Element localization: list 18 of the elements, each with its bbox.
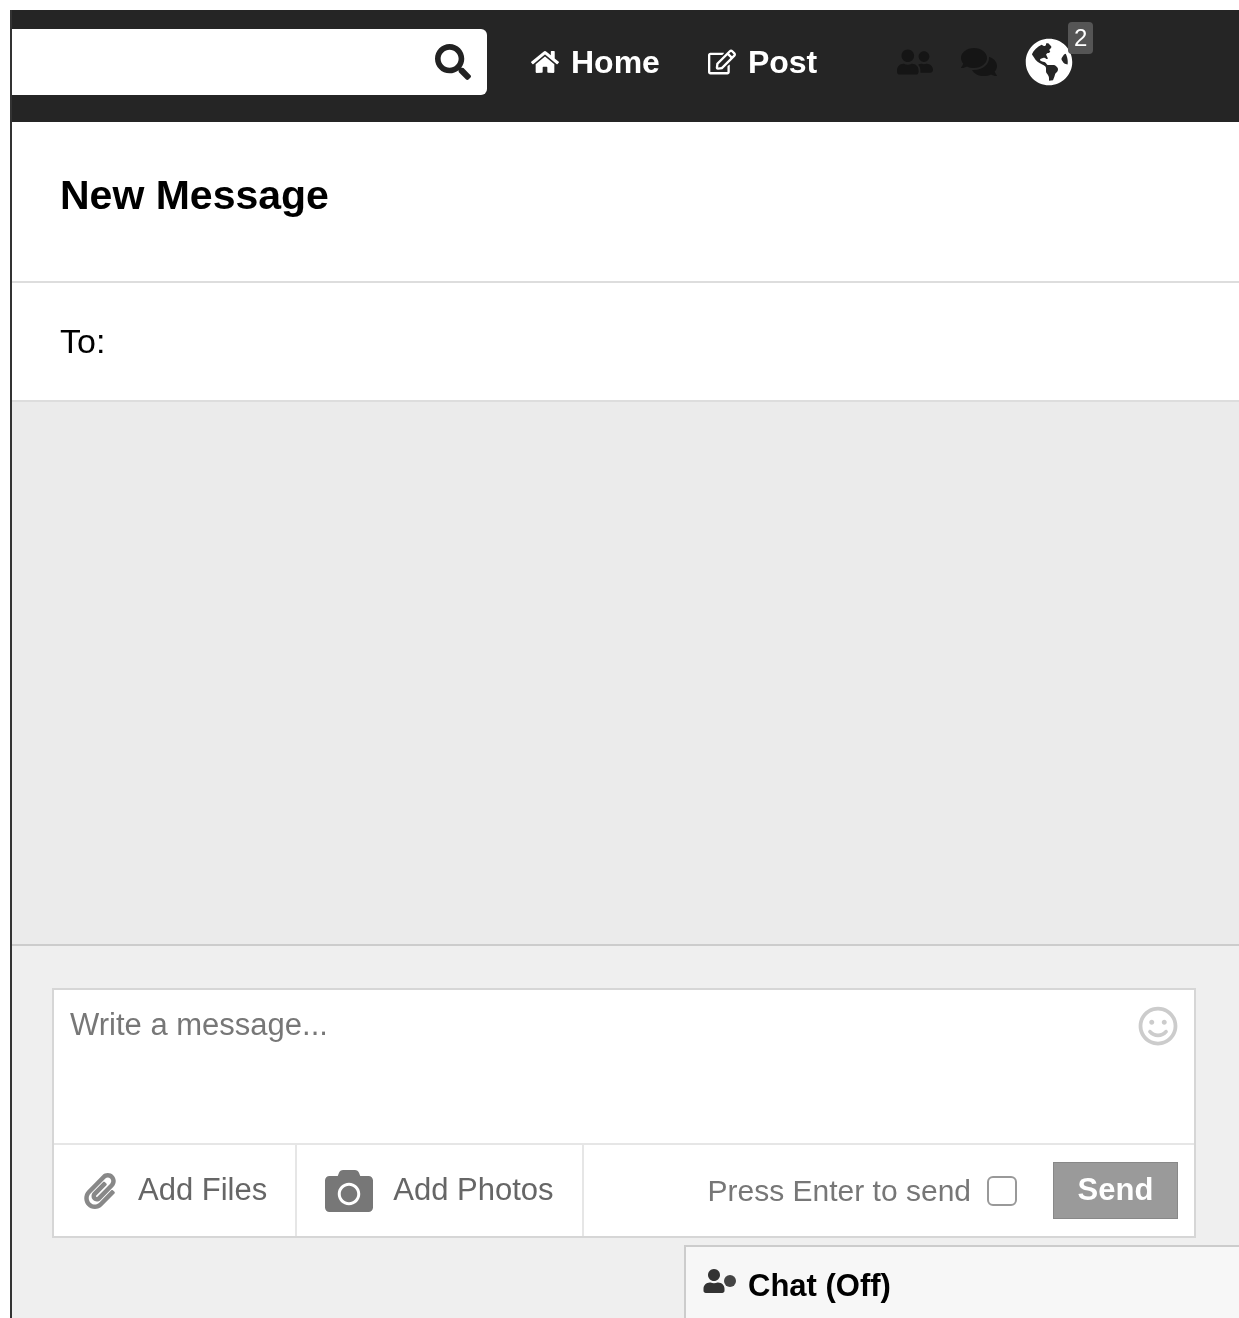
notification-badge: 2: [1067, 22, 1094, 54]
attach-button[interactable]: Add Files: [54, 1145, 298, 1236]
search-icon[interactable]: [435, 44, 471, 80]
attach-button[interactable]: Add Photos: [297, 1145, 584, 1236]
house-icon: [531, 48, 559, 76]
nav-link[interactable]: Post: [707, 38, 818, 86]
smiley-icon[interactable]: [1138, 1006, 1178, 1046]
enter-to-send-label: Press Enter to send: [707, 1173, 971, 1209]
edit-icon: [707, 48, 736, 76]
globe-icon[interactable]: [1025, 38, 1074, 86]
search-field[interactable]: [12, 29, 487, 95]
window-title: New Message: [60, 170, 329, 220]
enter-to-send-checkbox[interactable]: [987, 1175, 1017, 1206]
paperclip-icon: [82, 1172, 118, 1209]
recipient-label: To:: [60, 321, 106, 362]
chat-tab[interactable]: Chat (Off): [684, 1245, 1239, 1318]
chat-status-icon: [702, 1269, 736, 1293]
nav-link[interactable]: Home: [531, 38, 660, 86]
